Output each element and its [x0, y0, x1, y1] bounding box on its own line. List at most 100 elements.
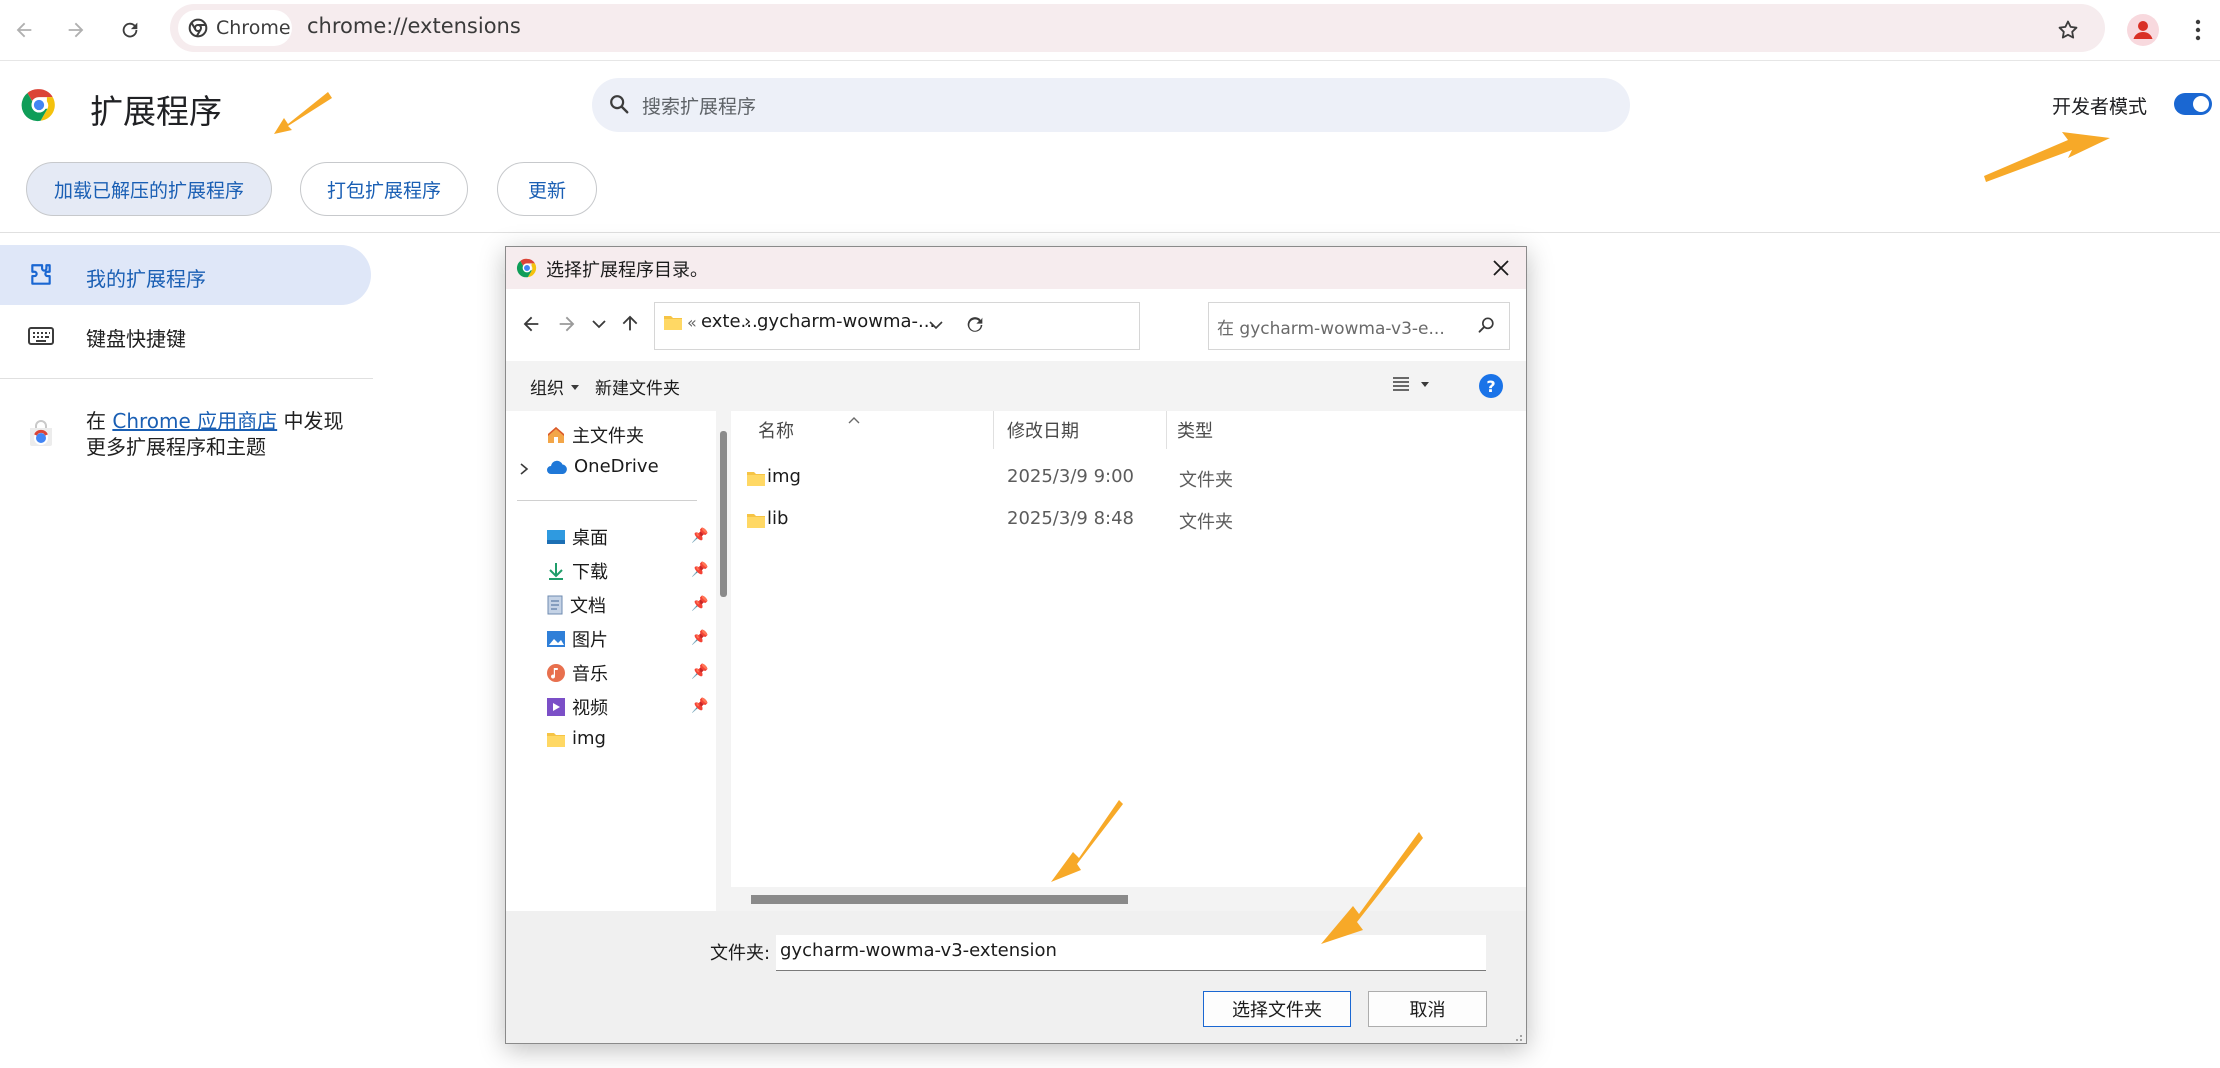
address-bar[interactable]: « exte... › gycharm-wowma-... — [654, 302, 1140, 350]
folder-icon — [747, 472, 765, 486]
chevron-down-icon — [929, 321, 943, 330]
select-folder-button[interactable]: 选择文件夹 — [1203, 991, 1351, 1027]
url-text[interactable]: chrome://extensions — [307, 12, 521, 40]
nav-item-label: img — [572, 728, 606, 749]
chrome-app-icon — [516, 257, 538, 283]
nav-item-label: OneDrive — [574, 456, 659, 477]
nav-item-label: 音乐 — [572, 664, 608, 685]
dev-mode-toggle[interactable] — [2174, 93, 2212, 115]
organize-label: 组织 — [530, 379, 564, 399]
pin-icon: 📌 — [691, 528, 709, 544]
profile-button[interactable] — [2123, 10, 2163, 50]
header-divider — [0, 232, 2220, 233]
recent-locations-button[interactable] — [590, 315, 608, 337]
dialog-close-button[interactable] — [1488, 255, 1514, 281]
dialog-forward-button[interactable] — [556, 313, 578, 339]
file-date: 2025/3/9 8:48 — [1007, 508, 1134, 529]
arrow-up-icon — [622, 315, 638, 331]
nav-item-videos[interactable]: 视频 — [546, 694, 608, 720]
file-row[interactable]: lib 2025/3/9 8:48 文件夹 — [731, 505, 1526, 535]
address-history-button[interactable] — [927, 316, 945, 338]
refresh-button[interactable] — [964, 314, 986, 340]
site-chip-label: Chrome — [216, 17, 291, 39]
chevron-down-icon — [592, 320, 606, 329]
menu-button[interactable] — [2178, 10, 2218, 50]
update-button[interactable]: 更新 — [497, 162, 597, 216]
nav-divider — [517, 500, 697, 501]
cloud-icon — [547, 460, 567, 474]
nav-item-label: 下载 — [572, 562, 608, 583]
expand-onedrive-button[interactable] — [518, 461, 530, 480]
breadcrumb-separator[interactable]: › — [744, 311, 751, 332]
refresh-icon — [967, 317, 983, 332]
sidebar-item-shortcuts[interactable]: 键盘快捷键 — [86, 323, 186, 352]
web-store-link[interactable]: Chrome 应用商店 — [112, 409, 277, 433]
dialog-search-placeholder[interactable]: 在 gycharm-wowma-v3-e... — [1217, 314, 1445, 339]
file-type: 文件夹 — [1179, 512, 1233, 533]
page-title: 扩展程序 — [90, 92, 222, 131]
bookmark-button[interactable] — [2048, 10, 2088, 50]
new-folder-button[interactable]: 新建文件夹 — [595, 374, 680, 399]
video-icon — [547, 698, 565, 716]
organize-menu[interactable]: 组织 — [530, 374, 580, 399]
column-divider[interactable] — [1166, 411, 1167, 449]
file-name: lib — [767, 508, 789, 529]
help-button[interactable]: ? — [1479, 374, 1503, 398]
folder-name-value: gycharm-wowma-v3-extension — [780, 940, 1057, 961]
column-header-type[interactable]: 类型 — [1177, 417, 1213, 443]
back-button[interactable] — [4, 10, 44, 50]
desktop-icon — [547, 530, 565, 544]
document-icon — [547, 595, 563, 615]
site-chip[interactable]: Chrome — [178, 10, 292, 46]
search-placeholder[interactable]: 搜索扩展程序 — [642, 92, 756, 119]
command-bar: 组织 新建文件夹 ? — [506, 361, 1526, 411]
search-icon — [1477, 315, 1497, 339]
nav-item-documents[interactable]: 文档 — [546, 592, 606, 618]
pin-icon: 📌 — [691, 630, 709, 646]
nav-item-onedrive[interactable]: OneDrive — [546, 456, 659, 477]
star-outline-icon — [2058, 20, 2078, 39]
nav-item-music[interactable]: 音乐 — [546, 660, 608, 686]
view-options-button[interactable] — [1392, 376, 1430, 392]
pin-icon: 📌 — [691, 698, 709, 714]
more-vertical-icon — [2195, 19, 2201, 41]
dialog-search-box[interactable]: 在 gycharm-wowma-v3-e... — [1208, 302, 1510, 350]
reload-button[interactable] — [110, 10, 150, 50]
column-header-name[interactable]: 名称 — [758, 417, 794, 443]
sort-caret-icon — [847, 409, 861, 428]
breadcrumb-item[interactable]: gycharm-wowma-... — [757, 311, 935, 332]
file-type: 文件夹 — [1179, 470, 1233, 491]
picture-icon — [547, 631, 565, 647]
nav-item-pictures[interactable]: 图片 — [546, 626, 608, 652]
pin-icon: 📌 — [691, 664, 709, 680]
annotation-arrow-icon — [1984, 132, 2110, 182]
folder-icon — [747, 514, 765, 528]
column-divider[interactable] — [993, 411, 994, 449]
file-row[interactable]: img 2025/3/9 9:00 文件夹 — [731, 463, 1526, 493]
nav-item-desktop[interactable]: 桌面 — [546, 524, 608, 550]
cancel-button[interactable]: 取消 — [1368, 991, 1487, 1027]
nav-scrollbar-thumb[interactable] — [720, 431, 727, 597]
nav-scrollbar-track[interactable] — [716, 411, 731, 911]
breadcrumb-overflow[interactable]: « — [687, 313, 697, 332]
file-hscrollbar-thumb[interactable] — [751, 895, 1128, 904]
forward-button[interactable] — [56, 10, 96, 50]
column-header-date[interactable]: 修改日期 — [1007, 417, 1079, 443]
pin-icon: 📌 — [691, 562, 709, 578]
list-view-icon — [1393, 377, 1409, 391]
pack-extension-button[interactable]: 打包扩展程序 — [300, 162, 468, 216]
arrow-left-icon — [523, 316, 539, 332]
up-folder-button[interactable] — [619, 312, 641, 338]
arrow-left-icon — [16, 22, 32, 38]
dialog-back-button[interactable] — [520, 313, 542, 339]
browser-toolbar: Chrome chrome://extensions — [0, 0, 2220, 61]
load-unpacked-button[interactable]: 加载已解压的扩展程序 — [26, 162, 272, 216]
caret-down-icon — [571, 384, 579, 390]
nav-item-downloads[interactable]: 下载 — [546, 558, 608, 584]
nav-item-home[interactable]: 主文件夹 — [546, 422, 644, 448]
pin-icon: 📌 — [691, 596, 709, 612]
dialog-titlebar: 选择扩展程序目录。 — [506, 247, 1526, 289]
resize-grip-icon[interactable] — [1511, 1027, 1523, 1046]
nav-item-img[interactable]: img — [546, 728, 606, 749]
dialog-title: 选择扩展程序目录。 — [546, 260, 708, 281]
